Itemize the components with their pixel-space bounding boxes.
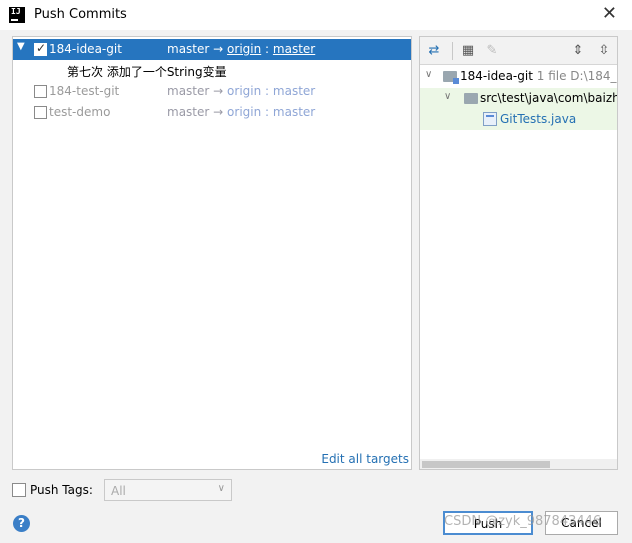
tree-node-label: 184-idea-git 1 file D:\184_c <box>460 69 618 83</box>
tree-node-label: src\test\java\com\baizh <box>480 91 618 105</box>
module-folder-icon <box>443 71 459 84</box>
title-bar: IJ Push Commits ✕ <box>0 0 632 30</box>
repository-list: ▼ 184-idea-git master → origin : master … <box>12 36 412 470</box>
push-tags-select-value: All <box>111 484 126 498</box>
remote-link[interactable]: origin <box>227 84 261 98</box>
chevron-down-icon[interactable]: ∨ <box>444 91 451 102</box>
edit-all-targets-link[interactable]: Edit all targets <box>321 452 409 466</box>
remote-branch-link[interactable]: master <box>273 42 315 56</box>
tree-node-folder[interactable]: ∨ src\test\java\com\baizh <box>420 88 617 109</box>
repo-checkbox[interactable] <box>34 41 47 56</box>
repo-name: test-demo <box>49 105 111 119</box>
chevron-down-icon[interactable]: ▼ <box>17 41 29 55</box>
changes-tree-panel: ⇄ ▦ ✎ ⇕ ⇳ ∨ 184-idea-git 1 file D:\184_c… <box>419 36 618 470</box>
horizontal-scrollbar[interactable] <box>420 459 617 469</box>
group-by-icon[interactable]: ▦ <box>460 43 476 59</box>
commit-message[interactable]: 第七次 添加了一个String变量 <box>67 63 227 80</box>
help-icon[interactable]: ? <box>13 515 30 532</box>
repo-checkbox[interactable] <box>34 85 47 98</box>
remote-link[interactable]: origin <box>227 105 261 119</box>
scrollbar-thumb[interactable] <box>422 461 550 468</box>
chevron-down-icon[interactable]: ∨ <box>425 69 432 80</box>
cancel-button[interactable]: Cancel <box>545 511 618 535</box>
repo-row-184-test-git[interactable]: 184-test-git master → origin : master <box>13 81 411 102</box>
remote-branch-link[interactable]: master <box>273 105 315 119</box>
repo-row-184-idea-git[interactable]: ▼ 184-idea-git master → origin : master <box>13 39 411 60</box>
remote-link[interactable]: origin <box>227 42 261 56</box>
chevron-down-icon: ∨ <box>217 483 225 494</box>
repo-row-test-demo[interactable]: test-demo master → origin : master <box>13 102 411 123</box>
push-button[interactable]: Push <box>443 511 533 535</box>
window-title: Push Commits <box>34 7 127 22</box>
intellij-logo-icon: IJ <box>9 7 25 23</box>
collapse-all-icon[interactable]: ⇳ <box>596 43 612 59</box>
repo-checkbox[interactable] <box>34 106 47 119</box>
tree-node-root[interactable]: ∨ 184-idea-git 1 file D:\184_c <box>420 66 617 87</box>
diff-arrows-icon[interactable]: ⇄ <box>426 43 442 59</box>
tree-node-file[interactable]: GitTests.java <box>420 109 617 130</box>
edit-pencil-icon[interactable]: ✎ <box>484 43 500 59</box>
toolbar-separator <box>452 42 453 60</box>
close-icon[interactable]: ✕ <box>602 3 617 24</box>
push-tags-select[interactable]: All ∨ <box>104 479 232 501</box>
remote-branch-link[interactable]: master <box>273 84 315 98</box>
push-target: master → origin : master <box>167 42 316 56</box>
repo-name: 184-idea-git <box>49 42 122 56</box>
tree-toolbar: ⇄ ▦ ✎ ⇕ ⇳ <box>420 37 617 65</box>
repo-name: 184-test-git <box>49 84 120 98</box>
java-test-file-icon <box>483 112 497 126</box>
expand-all-icon[interactable]: ⇕ <box>570 43 586 59</box>
push-tags-label: Push Tags: <box>30 483 93 497</box>
push-target: master → origin : master <box>167 84 316 98</box>
tree-node-meta: 1 file D:\184_c <box>536 69 618 83</box>
folder-icon <box>464 93 478 104</box>
push-tags-checkbox[interactable] <box>12 483 26 497</box>
push-target: master → origin : master <box>167 105 316 119</box>
tree-node-label: GitTests.java <box>500 112 577 126</box>
